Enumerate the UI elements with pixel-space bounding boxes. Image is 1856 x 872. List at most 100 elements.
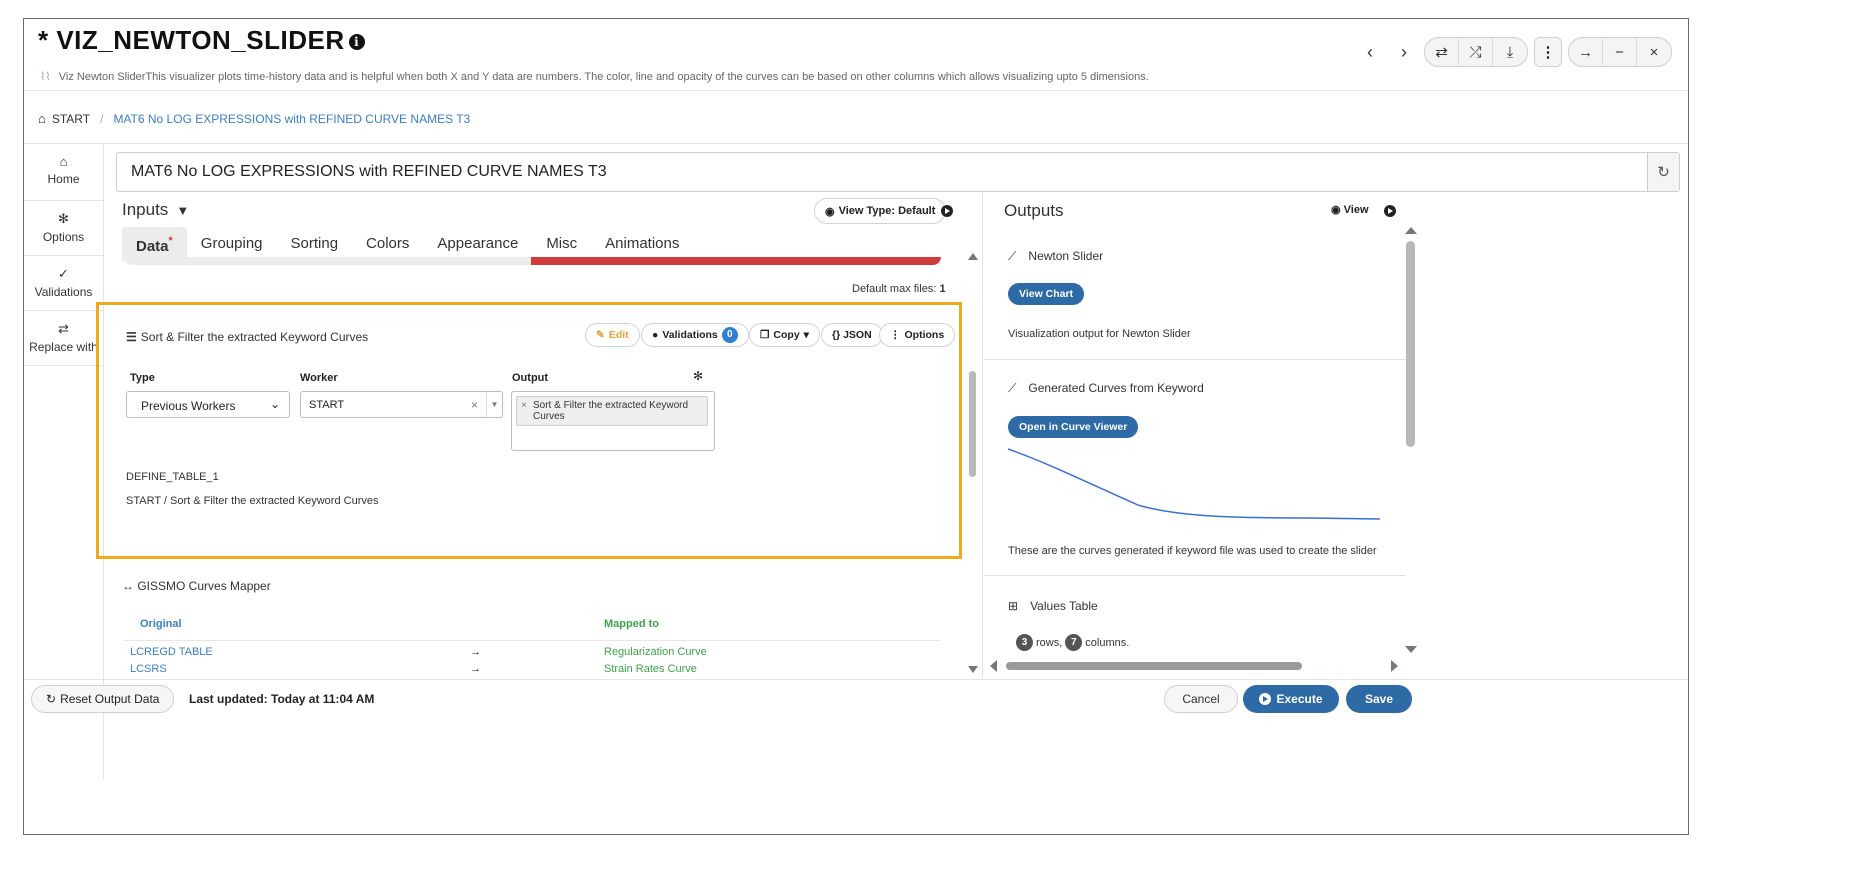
info-circle-icon[interactable]: i bbox=[348, 34, 365, 50]
view-button[interactable]: ◉ View bbox=[1331, 203, 1369, 216]
arrow-right-icon[interactable]: → bbox=[1569, 38, 1603, 66]
required-marker: * bbox=[168, 235, 173, 247]
edit-button[interactable]: ✎ Edit bbox=[585, 323, 640, 347]
save-button[interactable]: Save bbox=[1346, 685, 1412, 713]
reset-output-button[interactable]: ↻ Reset Output Data bbox=[31, 685, 175, 713]
mapping-target[interactable]: Strain Rates Curve bbox=[604, 663, 697, 675]
tab-appearance[interactable]: Appearance bbox=[423, 227, 532, 261]
divider bbox=[24, 679, 1688, 680]
error-bar bbox=[531, 257, 941, 265]
divider bbox=[24, 90, 1688, 91]
nav-home[interactable]: ⌂ Home bbox=[24, 144, 103, 201]
execute-button[interactable]: Execute bbox=[1243, 685, 1339, 713]
kebab-icon: ⋮ bbox=[890, 329, 901, 341]
copy-label: Copy bbox=[773, 329, 800, 341]
options-button[interactable]: ⋮ Options bbox=[879, 323, 956, 347]
view-type-button[interactable]: ◉ View Type: Default bbox=[814, 198, 947, 224]
refresh-icon[interactable]: ↻ bbox=[1647, 153, 1679, 191]
output-tag-label: Sort & Filter the extracted Keyword Curv… bbox=[533, 400, 689, 422]
breadcrumb-start[interactable]: START bbox=[52, 112, 90, 126]
chevron-right-icon[interactable]: › bbox=[1390, 37, 1418, 67]
action-group: ⇄ ⤮ ⤓ bbox=[1424, 37, 1528, 67]
view-chart-button[interactable]: View Chart bbox=[1008, 283, 1085, 305]
mapping-target[interactable]: Regularization Curve bbox=[604, 646, 707, 658]
gissmo-mapper-title: ↔ GISSMO Curves Mapper bbox=[122, 579, 271, 593]
cancel-button[interactable]: Cancel bbox=[1164, 685, 1238, 713]
refresh-icon: ↻ bbox=[46, 692, 57, 706]
worker-panel-title-text: Sort & Filter the extracted Keyword Curv… bbox=[140, 330, 369, 344]
breadcrumb-current[interactable]: MAT6 No LOG EXPRESSIONS with REFINED CUR… bbox=[113, 112, 470, 126]
tab-animations[interactable]: Animations bbox=[591, 227, 693, 261]
divider bbox=[984, 575, 1406, 576]
scroll-right-icon[interactable] bbox=[1391, 660, 1398, 672]
json-button[interactable]: {} JSON bbox=[821, 323, 883, 347]
view-label: View bbox=[1343, 204, 1369, 216]
type-label: Type bbox=[130, 372, 155, 384]
logo-text: Viz bbox=[58, 71, 74, 83]
col-original: Original bbox=[140, 618, 182, 630]
rows-count-badge: 3 bbox=[1016, 634, 1033, 651]
swap-icon[interactable]: ⇄ bbox=[1425, 38, 1459, 66]
minimize-icon[interactable]: − bbox=[1603, 38, 1637, 66]
edit-icon: ✎ bbox=[596, 329, 605, 341]
chevron-left-icon[interactable]: ‹ bbox=[1356, 37, 1384, 67]
app-window: * VIZ_NEWTON_SLIDER i ⌇⌇ Viz Newton Slider… bbox=[23, 18, 1689, 835]
output-multiselect[interactable]: × Sort & Filter the extracted Keyword Cu… bbox=[511, 391, 715, 451]
play-circle-icon[interactable] bbox=[941, 205, 953, 217]
tab-data-label: Data bbox=[136, 238, 169, 255]
validations-button[interactable]: ● Validations 0 bbox=[641, 323, 749, 347]
nav-replace-with[interactable]: ⇄ Replace with bbox=[24, 311, 103, 366]
nav-validations[interactable]: ✓ Validations bbox=[24, 256, 103, 311]
filter-icon[interactable]: ▼ bbox=[176, 203, 189, 218]
type-select[interactable]: Previous Workers ⌄ bbox=[126, 391, 290, 418]
tab-sorting[interactable]: Sorting bbox=[277, 227, 353, 261]
download-icon[interactable]: ⤓ bbox=[1493, 38, 1527, 66]
tab-colors[interactable]: Colors bbox=[352, 227, 423, 261]
scroll-thumb[interactable] bbox=[1406, 241, 1415, 447]
clear-icon[interactable]: × bbox=[471, 398, 478, 412]
worker-select[interactable]: START × ▼ bbox=[300, 391, 503, 418]
scroll-down-icon[interactable] bbox=[968, 666, 978, 673]
scroll-thumb[interactable] bbox=[969, 371, 976, 477]
home-icon: ⌂ bbox=[59, 154, 68, 169]
gissmo-title-text: GISSMO Curves Mapper bbox=[137, 579, 271, 593]
home-icon[interactable]: ⌂ bbox=[38, 111, 46, 126]
default-max-files: Default max files: 1 bbox=[852, 283, 946, 295]
mapping-original[interactable]: LCSRS bbox=[130, 663, 167, 675]
outputs-scrollbar[interactable] bbox=[1404, 227, 1418, 653]
copy-button[interactable]: ❐ Copy ▾ bbox=[749, 323, 820, 347]
open-curve-viewer-button[interactable]: Open in Curve Viewer bbox=[1008, 416, 1139, 438]
shuffle-icon[interactable]: ⤮ bbox=[1459, 38, 1493, 66]
curve-preview bbox=[1008, 448, 1381, 520]
tab-data[interactable]: Data* bbox=[122, 227, 187, 261]
inputs-scrollbar[interactable] bbox=[966, 253, 980, 673]
mapping-original[interactable]: LCREGD TABLE bbox=[130, 646, 213, 658]
max-files-value: 1 bbox=[939, 283, 946, 295]
col-mapped: Mapped to bbox=[604, 618, 659, 630]
scroll-thumb[interactable] bbox=[1006, 662, 1302, 670]
cols-label: columns. bbox=[1085, 636, 1130, 649]
worker-label: Worker bbox=[300, 372, 338, 384]
name-field[interactable]: MAT6 No LOG EXPRESSIONS with REFINED CUR… bbox=[116, 152, 1680, 192]
remove-tag-icon[interactable]: × bbox=[521, 400, 527, 411]
tab-misc[interactable]: Misc bbox=[532, 227, 591, 261]
output-title-text: Generated Curves from Keyword bbox=[1028, 381, 1204, 395]
line-chart-icon: ⟋ bbox=[1008, 249, 1017, 263]
scroll-left-icon[interactable] bbox=[990, 660, 997, 672]
check-double-icon: ✓ bbox=[58, 266, 69, 281]
scroll-up-icon[interactable] bbox=[1405, 227, 1417, 234]
more-options-icon[interactable]: ⋮ bbox=[1534, 37, 1562, 67]
tab-grouping[interactable]: Grouping bbox=[187, 227, 277, 261]
scroll-up-icon[interactable] bbox=[968, 253, 978, 260]
play-circle-icon[interactable] bbox=[1384, 205, 1396, 217]
nav-options[interactable]: ✻ Options bbox=[24, 201, 103, 256]
play-circle-icon bbox=[1259, 693, 1272, 705]
scroll-down-icon[interactable] bbox=[1405, 646, 1417, 653]
visualizer-description: ⌇⌇ Viz Newton SliderThis visualizer plots… bbox=[40, 70, 1149, 83]
divider bbox=[984, 359, 1406, 360]
outputs-hscrollbar[interactable] bbox=[986, 660, 1398, 672]
dropdown-arrow-icon[interactable]: ▼ bbox=[486, 392, 502, 417]
arrow-right-icon: → bbox=[470, 663, 481, 675]
gear-icon[interactable]: ✻ bbox=[693, 369, 703, 383]
close-icon[interactable]: × bbox=[1637, 38, 1671, 66]
